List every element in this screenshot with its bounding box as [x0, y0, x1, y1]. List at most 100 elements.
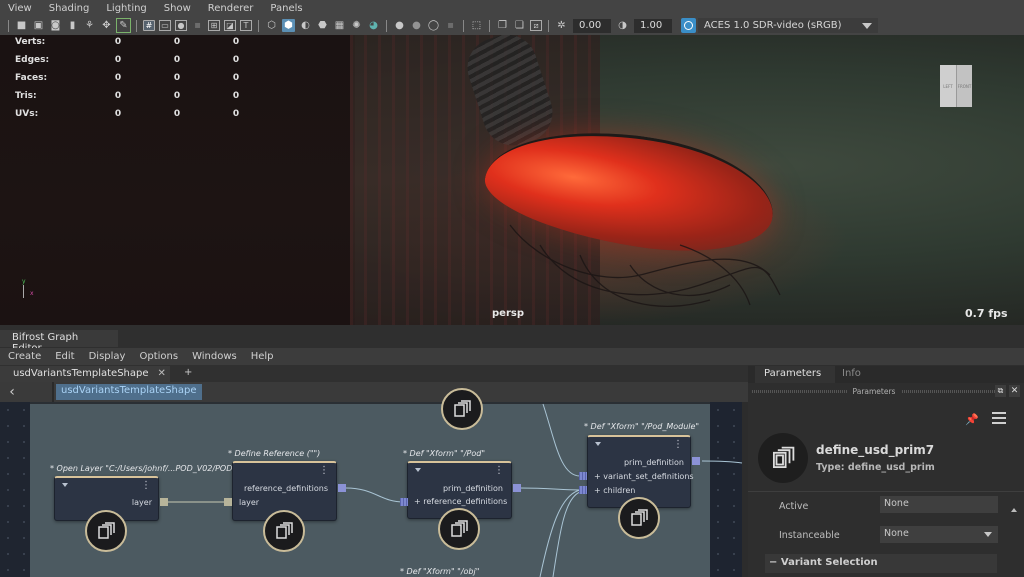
- tab-usd-variants-template-shape[interactable]: usdVariantsTemplateShape ✕: [0, 366, 170, 382]
- default-material-icon[interactable]: ◐: [299, 19, 312, 32]
- 2d-pan-zoom-icon[interactable]: ✥: [100, 19, 113, 32]
- gate-mask-icon[interactable]: ▪: [191, 19, 204, 32]
- resolution-gate-icon[interactable]: ●: [175, 20, 187, 31]
- stat-label-verts: Verts:: [15, 37, 46, 47]
- exposure-icon[interactable]: ✲: [555, 19, 568, 32]
- node-menu-icon[interactable]: ⋮: [494, 466, 504, 476]
- color-management-toggle-icon[interactable]: [681, 18, 696, 33]
- node-badge-def-xform-pod[interactable]: [438, 508, 480, 550]
- xray-active-icon[interactable]: ❏: [513, 19, 526, 32]
- node-badge-def-xform-pod-module[interactable]: [618, 497, 660, 539]
- anti-aliasing-icon[interactable]: ◯: [427, 19, 440, 32]
- bookmark-icon[interactable]: ▮: [66, 19, 79, 32]
- chevron-down-icon: [862, 22, 872, 29]
- grease-pencil-icon[interactable]: ✎: [116, 18, 131, 33]
- field-chart-icon[interactable]: ⊞: [208, 20, 220, 31]
- close-panel-icon[interactable]: ✕: [1009, 385, 1020, 397]
- exposure-field[interactable]: 0.00: [573, 18, 611, 33]
- node-badge-define-reference[interactable]: [263, 510, 305, 552]
- menu-help[interactable]: Help: [251, 351, 274, 362]
- motion-blur-icon[interactable]: ●: [410, 19, 423, 32]
- menu-edit[interactable]: Edit: [55, 351, 74, 362]
- xray-icon[interactable]: ▦: [333, 19, 346, 32]
- 3d-viewport[interactable]: Verts: 0 0 0 Edges: 0 0 0 Faces: 0 0 0 T…: [0, 35, 1024, 325]
- float-panel-icon[interactable]: ⧉: [995, 385, 1006, 397]
- variant-selection-section[interactable]: − Variant Selection: [765, 554, 997, 573]
- image-plane-icon[interactable]: ⚘: [83, 19, 96, 32]
- node-title-def-xform-pod: * Def "Xform" "/Pod": [403, 449, 486, 458]
- stat-value: 0: [232, 55, 240, 65]
- menu-lighting[interactable]: Lighting: [98, 3, 155, 14]
- port-name: reference_definitions: [423, 497, 508, 506]
- node-menu-icon[interactable]: ⋮: [141, 481, 151, 491]
- menu-display[interactable]: Display: [89, 351, 126, 362]
- hamburger-menu-icon[interactable]: [992, 412, 1006, 424]
- camera-select-icon[interactable]: ■: [15, 19, 28, 32]
- input-pin-children[interactable]: [579, 486, 587, 494]
- close-tab-icon[interactable]: ✕: [158, 368, 166, 382]
- camera-attributes-icon[interactable]: ◙: [49, 19, 62, 32]
- textured-icon[interactable]: ⬣: [316, 19, 329, 32]
- use-lights-icon[interactable]: ✺: [350, 19, 363, 32]
- breadcrumb-item[interactable]: usdVariantsTemplateShape: [56, 384, 202, 400]
- menu-view[interactable]: View: [0, 3, 41, 14]
- parameters-panel-header[interactable]: Parameters: [752, 384, 996, 398]
- node-menu-icon[interactable]: ⋮: [319, 466, 329, 476]
- film-gate-icon[interactable]: ▭: [159, 20, 171, 31]
- output-pin-prim-definition[interactable]: [513, 484, 521, 492]
- parameters-scrollbar[interactable]: [1011, 502, 1017, 577]
- add-tab-button[interactable]: +: [184, 367, 192, 378]
- safe-action-icon[interactable]: ◪: [224, 20, 236, 31]
- collapse-toggle-icon[interactable]: [415, 468, 421, 472]
- depth-of-field-icon[interactable]: ▪: [444, 19, 457, 32]
- menu-show[interactable]: Show: [156, 3, 200, 14]
- input-pin-layer[interactable]: [224, 498, 232, 506]
- instanceable-dropdown[interactable]: None: [880, 526, 998, 543]
- menu-renderer[interactable]: Renderer: [200, 3, 263, 14]
- xray-joints-icon[interactable]: ❐: [496, 19, 509, 32]
- color-management-select[interactable]: ACES 1.0 SDR-video (sRGB): [698, 18, 878, 33]
- collapse-toggle-icon[interactable]: [595, 442, 601, 446]
- collapse-section-icon[interactable]: −: [769, 557, 777, 568]
- camera-lock-icon[interactable]: ▣: [32, 19, 45, 32]
- tab-info[interactable]: Info: [842, 366, 861, 379]
- safe-title-icon[interactable]: T: [240, 20, 252, 31]
- viewcube[interactable]: LEFT FRONT: [940, 65, 972, 110]
- ambient-occlusion-icon[interactable]: ●: [393, 19, 406, 32]
- viewcube-left-face[interactable]: LEFT: [940, 65, 956, 107]
- usd-prim-icon: [631, 509, 648, 526]
- menu-shading[interactable]: Shading: [41, 3, 99, 14]
- node-menu-icon[interactable]: ⋮: [673, 440, 683, 450]
- shadows-icon[interactable]: ◕: [367, 19, 380, 32]
- viewcube-front-face[interactable]: FRONT: [956, 65, 972, 107]
- collapse-toggle-icon[interactable]: [62, 483, 68, 487]
- port-label-children-in: + children: [594, 486, 636, 495]
- backface-icon[interactable]: ⧄: [530, 20, 542, 31]
- menu-panels[interactable]: Panels: [262, 3, 311, 14]
- input-pin-reference-definitions[interactable]: [400, 498, 408, 506]
- output-pin-reference-definitions[interactable]: [338, 484, 346, 492]
- node-badge-open-layer[interactable]: [85, 510, 127, 552]
- pin-icon[interactable]: 📌: [965, 413, 979, 426]
- wireframe-icon[interactable]: ⬡: [265, 19, 278, 32]
- tab-parameters[interactable]: Parameters: [755, 366, 835, 383]
- output-pin-layer[interactable]: [160, 498, 168, 506]
- gamma-field[interactable]: 1.00: [634, 18, 672, 33]
- menu-options[interactable]: Options: [139, 351, 178, 362]
- menu-windows[interactable]: Windows: [192, 351, 237, 362]
- menu-create[interactable]: Create: [8, 351, 41, 362]
- smooth-shade-icon[interactable]: ⬢: [282, 19, 295, 32]
- gamma-icon[interactable]: ◑: [616, 19, 629, 32]
- input-pin-variant-set-definitions[interactable]: [579, 472, 587, 480]
- toolbar-separator: [548, 19, 549, 32]
- output-pin-prim-definition[interactable]: [692, 457, 700, 465]
- isolate-select-icon[interactable]: ⬚: [470, 19, 483, 32]
- node-badge-partial[interactable]: [441, 388, 483, 430]
- back-button[interactable]: ‹: [4, 383, 20, 401]
- grid-icon[interactable]: #: [143, 20, 155, 31]
- usd-prim-icon: [451, 520, 468, 537]
- active-dropdown[interactable]: None: [880, 496, 998, 513]
- stat-value: 0: [114, 109, 122, 119]
- panel-header-title: Parameters: [846, 386, 902, 396]
- scroll-up-icon[interactable]: [1011, 508, 1017, 512]
